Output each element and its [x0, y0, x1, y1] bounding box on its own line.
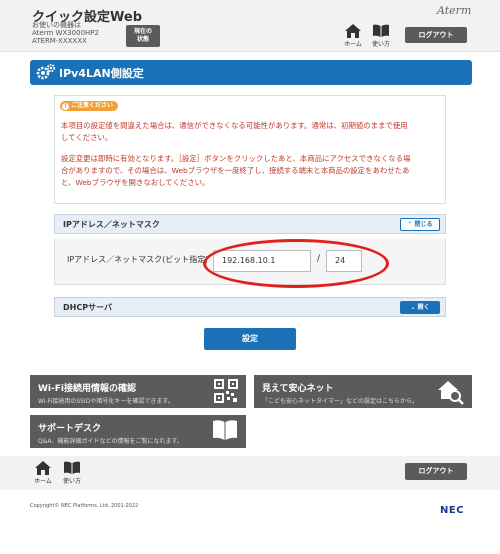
footer-nav-bar: ホーム 使い方 ログアウト [0, 456, 500, 490]
wifi-info-desc: Wi-Fi接続用のSSIDや暗号化キーを確認できます。 [38, 398, 174, 405]
book-icon [64, 461, 80, 474]
gear-icon [36, 63, 56, 80]
qr-code-icon [214, 379, 238, 403]
home-button[interactable]: ホーム [340, 24, 366, 48]
ip-section-toggle-label: 閉じる [414, 221, 433, 228]
notice-line-2: してください。 [61, 133, 113, 142]
current-status-button[interactable]: 現在の 状態 [126, 25, 160, 47]
notice-line-4: 合がありますので、その場合は、Webブラウザを一度終了し、接続する端末と本商品の… [61, 166, 410, 175]
set-button[interactable]: 設定 [204, 328, 296, 350]
support-desk-title: サポートデスク [38, 424, 102, 434]
caution-notice: ! ご注意ください 本項目の設定値を間違えた場合は、通信ができなくなる可能性があり… [54, 95, 446, 204]
device-model: Aterm WX3000HP2 [32, 29, 99, 37]
footer-manual-button[interactable]: 使い方 [59, 461, 85, 485]
manual-label: 使い方 [371, 41, 390, 48]
caution-badge: ! ご注意ください [60, 101, 119, 111]
ip-field-label: IPアドレス／ネットマスク(ビット指定) [67, 255, 207, 264]
footer-logout-button[interactable]: ログアウト [405, 463, 467, 480]
home-icon [345, 24, 361, 38]
chevron-down-icon: ⌄ [410, 304, 416, 311]
wifi-info-title: Wi-Fi接続用情報の確認 [38, 384, 136, 394]
support-desk-tile[interactable]: サポートデスク Q&A、機能詳細ガイドなどの情報をご覧になれます。 [30, 415, 246, 448]
footer-home-label: ホーム [34, 478, 52, 485]
ip-section-title: IPアドレス／ネットマスク [63, 220, 160, 229]
status-button-line1: 現在の [133, 28, 152, 35]
dhcp-section-open-button[interactable]: ⌄ 開く [400, 301, 440, 314]
panel-title-bar: IPv4LAN側設定 [30, 60, 472, 85]
ip-section-close-button[interactable]: ⌃ 閉じる [400, 218, 440, 231]
mieru-anshin-desc: 「こども安心ネットタイマー」などの設定はこちらから。 [262, 398, 419, 405]
wifi-info-tile[interactable]: Wi-Fi接続用情報の確認 Wi-Fi接続用のSSIDや暗号化キーを確認できます… [30, 375, 246, 408]
notice-line-5: と、Webブラウザを開きなおしてください。 [61, 178, 210, 187]
home-icon [35, 461, 51, 475]
chevron-up-icon: ⌃ [407, 221, 413, 228]
exclamation-icon: ! [62, 103, 69, 110]
notice-line-1: 本項目の設定値を間違えた場合は、通信ができなくなる可能性があります。通常は、初期… [61, 121, 408, 130]
top-header: クイック設定Web お使いの機器は Aterm WX3000HP2 ATERM-… [0, 0, 500, 52]
home-search-icon [438, 381, 464, 405]
support-desk-desc: Q&A、機能詳細ガイドなどの情報をご覧になれます。 [38, 438, 183, 445]
copyright-text: Copyright© NEC Platforms, Ltd. 2001-2022 [30, 503, 139, 509]
logout-button[interactable]: ログアウト [405, 27, 467, 43]
device-label: お使いの機器は [32, 21, 81, 29]
highlight-annotation-ring [203, 239, 389, 288]
nec-logo: NEC [440, 505, 465, 516]
home-label: ホーム [344, 41, 362, 48]
book-icon [213, 420, 237, 440]
caution-badge-text: ご注意ください [71, 102, 114, 109]
device-id: ATERM-XXXXXX [32, 37, 87, 45]
mieru-anshin-tile[interactable]: 見えて安心ネット 「こども安心ネットタイマー」などの設定はこちらから。 [254, 375, 472, 408]
status-button-line2: 状態 [136, 36, 149, 43]
aterm-brand-logo: Aterm [437, 4, 472, 17]
footer-home-button[interactable]: ホーム [30, 461, 56, 485]
notice-line-3: 設定変更は即時に有効となります。［設定］ボタンをクリックしたあと、本商品にアクセ… [61, 154, 411, 163]
mieru-anshin-title: 見えて安心ネット [262, 384, 334, 394]
dhcp-section-header: DHCPサーバ ⌄ 開く [54, 297, 446, 317]
footer-manual-label: 使い方 [62, 478, 81, 485]
manual-button[interactable]: 使い方 [368, 24, 394, 48]
dhcp-section-toggle-label: 開く [417, 304, 430, 311]
ip-section-header: IPアドレス／ネットマスク ⌃ 閉じる [54, 214, 446, 234]
dhcp-section-title: DHCPサーバ [63, 303, 112, 312]
book-icon [373, 24, 389, 37]
page-title: IPv4LAN側設定 [59, 67, 144, 80]
